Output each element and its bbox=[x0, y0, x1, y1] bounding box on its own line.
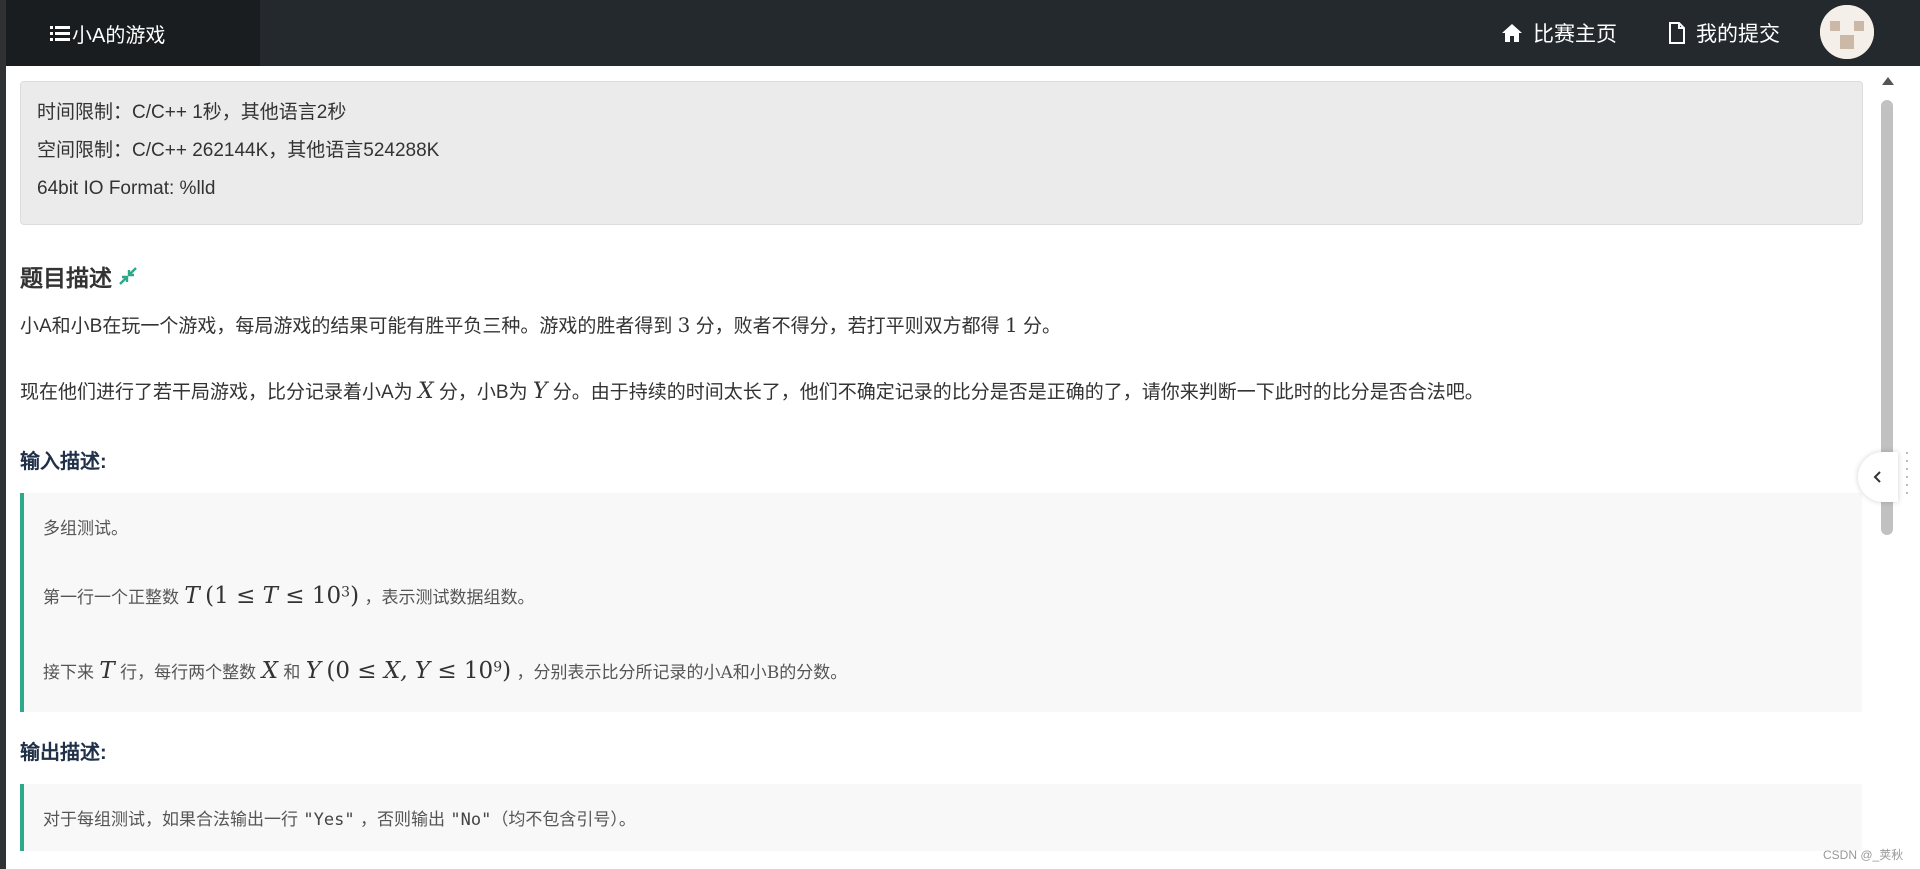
math-number: 3 bbox=[677, 313, 691, 337]
description-heading: 题目描述 bbox=[20, 259, 138, 293]
math-var-t: T bbox=[184, 583, 200, 609]
contest-home-label: 比赛主页 bbox=[1533, 23, 1617, 46]
output-text: （均不包含引号）。 bbox=[491, 810, 636, 830]
scroll-up-arrow[interactable] bbox=[1882, 77, 1894, 85]
user-avatar[interactable] bbox=[1820, 5, 1874, 59]
input-text: 行，每行两个整数 bbox=[120, 663, 257, 683]
input-text: 第一行一个正整数 bbox=[43, 588, 179, 608]
shrink-icon[interactable] bbox=[118, 266, 138, 286]
math-var-x: X bbox=[417, 379, 434, 404]
output-text: ，否则输出 bbox=[360, 810, 445, 830]
desc-text: 分。 bbox=[1022, 316, 1061, 337]
resize-handle[interactable] bbox=[1906, 452, 1910, 504]
input-text: ，表示测试数据组数。 bbox=[364, 588, 535, 608]
output-heading: 输出描述: bbox=[20, 742, 107, 764]
math-exponent: 9 bbox=[493, 659, 503, 676]
math-bound: ≤ 10 bbox=[430, 658, 494, 684]
input-description-block: 多组测试。 第一行一个正整数 T (1 ≤ T ≤ 103) ，表示测试数据组数… bbox=[20, 493, 1862, 712]
collapse-panel-button[interactable] bbox=[1858, 452, 1898, 502]
io-format: 64bit IO Format: %lld bbox=[37, 178, 216, 199]
code-yes: "Yes" bbox=[303, 810, 355, 830]
problem-title: 小A的游戏 bbox=[72, 24, 166, 47]
description-heading-text: 题目描述 bbox=[20, 265, 112, 291]
input-heading: 输入描述: bbox=[20, 451, 107, 473]
math-exponent: 3 bbox=[341, 584, 351, 601]
chevron-left-icon bbox=[1873, 471, 1881, 483]
description-paragraph-1: 小A和小B在玩一个游戏，每局游戏的结果可能有胜平负三种。游戏的胜者得到 3 分，… bbox=[20, 311, 1061, 338]
list-icon bbox=[50, 25, 70, 41]
math-close: ) bbox=[502, 658, 512, 684]
desc-text: 分，败者不得分，若打平则双方都得 bbox=[695, 316, 1000, 337]
input-text: 和 bbox=[283, 663, 301, 683]
math-var-t: T bbox=[262, 583, 278, 609]
desc-text: 分，小B为 bbox=[438, 382, 528, 403]
home-icon bbox=[1502, 24, 1522, 42]
input-line-3: 接下来 T 行，每行两个整数 X 和 Y (0 ≤ X, Y ≤ 109) ，分… bbox=[43, 658, 847, 684]
math-number: 1 bbox=[1004, 313, 1018, 337]
my-submissions-label: 我的提交 bbox=[1696, 23, 1780, 46]
math-var-y: Y bbox=[305, 658, 321, 684]
input-line-2: 第一行一个正整数 T (1 ≤ T ≤ 103) ，表示测试数据组数。 bbox=[43, 583, 534, 609]
window-left-edge bbox=[0, 0, 6, 869]
output-description-block: 对于每组测试，如果合法输出一行 "Yes" ，否则输出 "No"（均不包含引号）… bbox=[20, 784, 1862, 851]
input-text: 接下来 bbox=[43, 663, 94, 683]
math-open: (0 ≤ bbox=[326, 658, 384, 684]
description-paragraph-2: 现在他们进行了若干局游戏，比分记录着小A为 X 分，小B为 Y 分。由于持续的时… bbox=[20, 377, 1484, 404]
limits-panel: 时间限制：C/C++ 1秒，其他语言2秒 空间限制：C/C++ 262144K，… bbox=[20, 81, 1863, 225]
time-limit: 时间限制：C/C++ 1秒，其他语言2秒 bbox=[37, 102, 347, 123]
my-submissions-link[interactable]: 我的提交 bbox=[1668, 0, 1780, 66]
watermark: CSDN @_荚秋 bbox=[1823, 848, 1904, 862]
math-var-t: T bbox=[99, 658, 115, 684]
file-icon bbox=[1669, 22, 1685, 44]
input-text: ，分别表示比分所记录的小A和小B的分数。 bbox=[516, 663, 848, 683]
output-text: 对于每组测试，如果合法输出一行 bbox=[43, 810, 298, 830]
math-var-xy: X, Y bbox=[383, 658, 431, 684]
desc-text: 分。由于持续的时间太长了，他们不确定记录的比分是否是正确的了，请你来判断一下此时… bbox=[552, 382, 1484, 403]
math-bound: ≤ 10 bbox=[278, 583, 342, 609]
math-close: ) bbox=[350, 583, 360, 609]
brand-title[interactable]: 小A的游戏 bbox=[6, 0, 260, 66]
math-var-y: Y bbox=[532, 379, 548, 404]
math-open: (1 ≤ bbox=[205, 583, 263, 609]
desc-text: 小A和小B在玩一个游戏，每局游戏的结果可能有胜平负三种。游戏的胜者得到 bbox=[20, 316, 673, 337]
top-navbar: 小A的游戏 比赛主页 我的提交 bbox=[6, 0, 1920, 66]
math-var-x: X bbox=[261, 658, 278, 684]
output-line-1: 对于每组测试，如果合法输出一行 "Yes" ，否则输出 "No"（均不包含引号）… bbox=[43, 805, 636, 830]
input-line-1: 多组测试。 bbox=[43, 519, 128, 539]
contest-home-link[interactable]: 比赛主页 bbox=[1501, 0, 1617, 66]
memory-limit: 空间限制：C/C++ 262144K，其他语言524288K bbox=[37, 140, 440, 161]
desc-text: 现在他们进行了若干局游戏，比分记录着小A为 bbox=[20, 382, 413, 403]
code-no: "No" bbox=[450, 810, 492, 830]
